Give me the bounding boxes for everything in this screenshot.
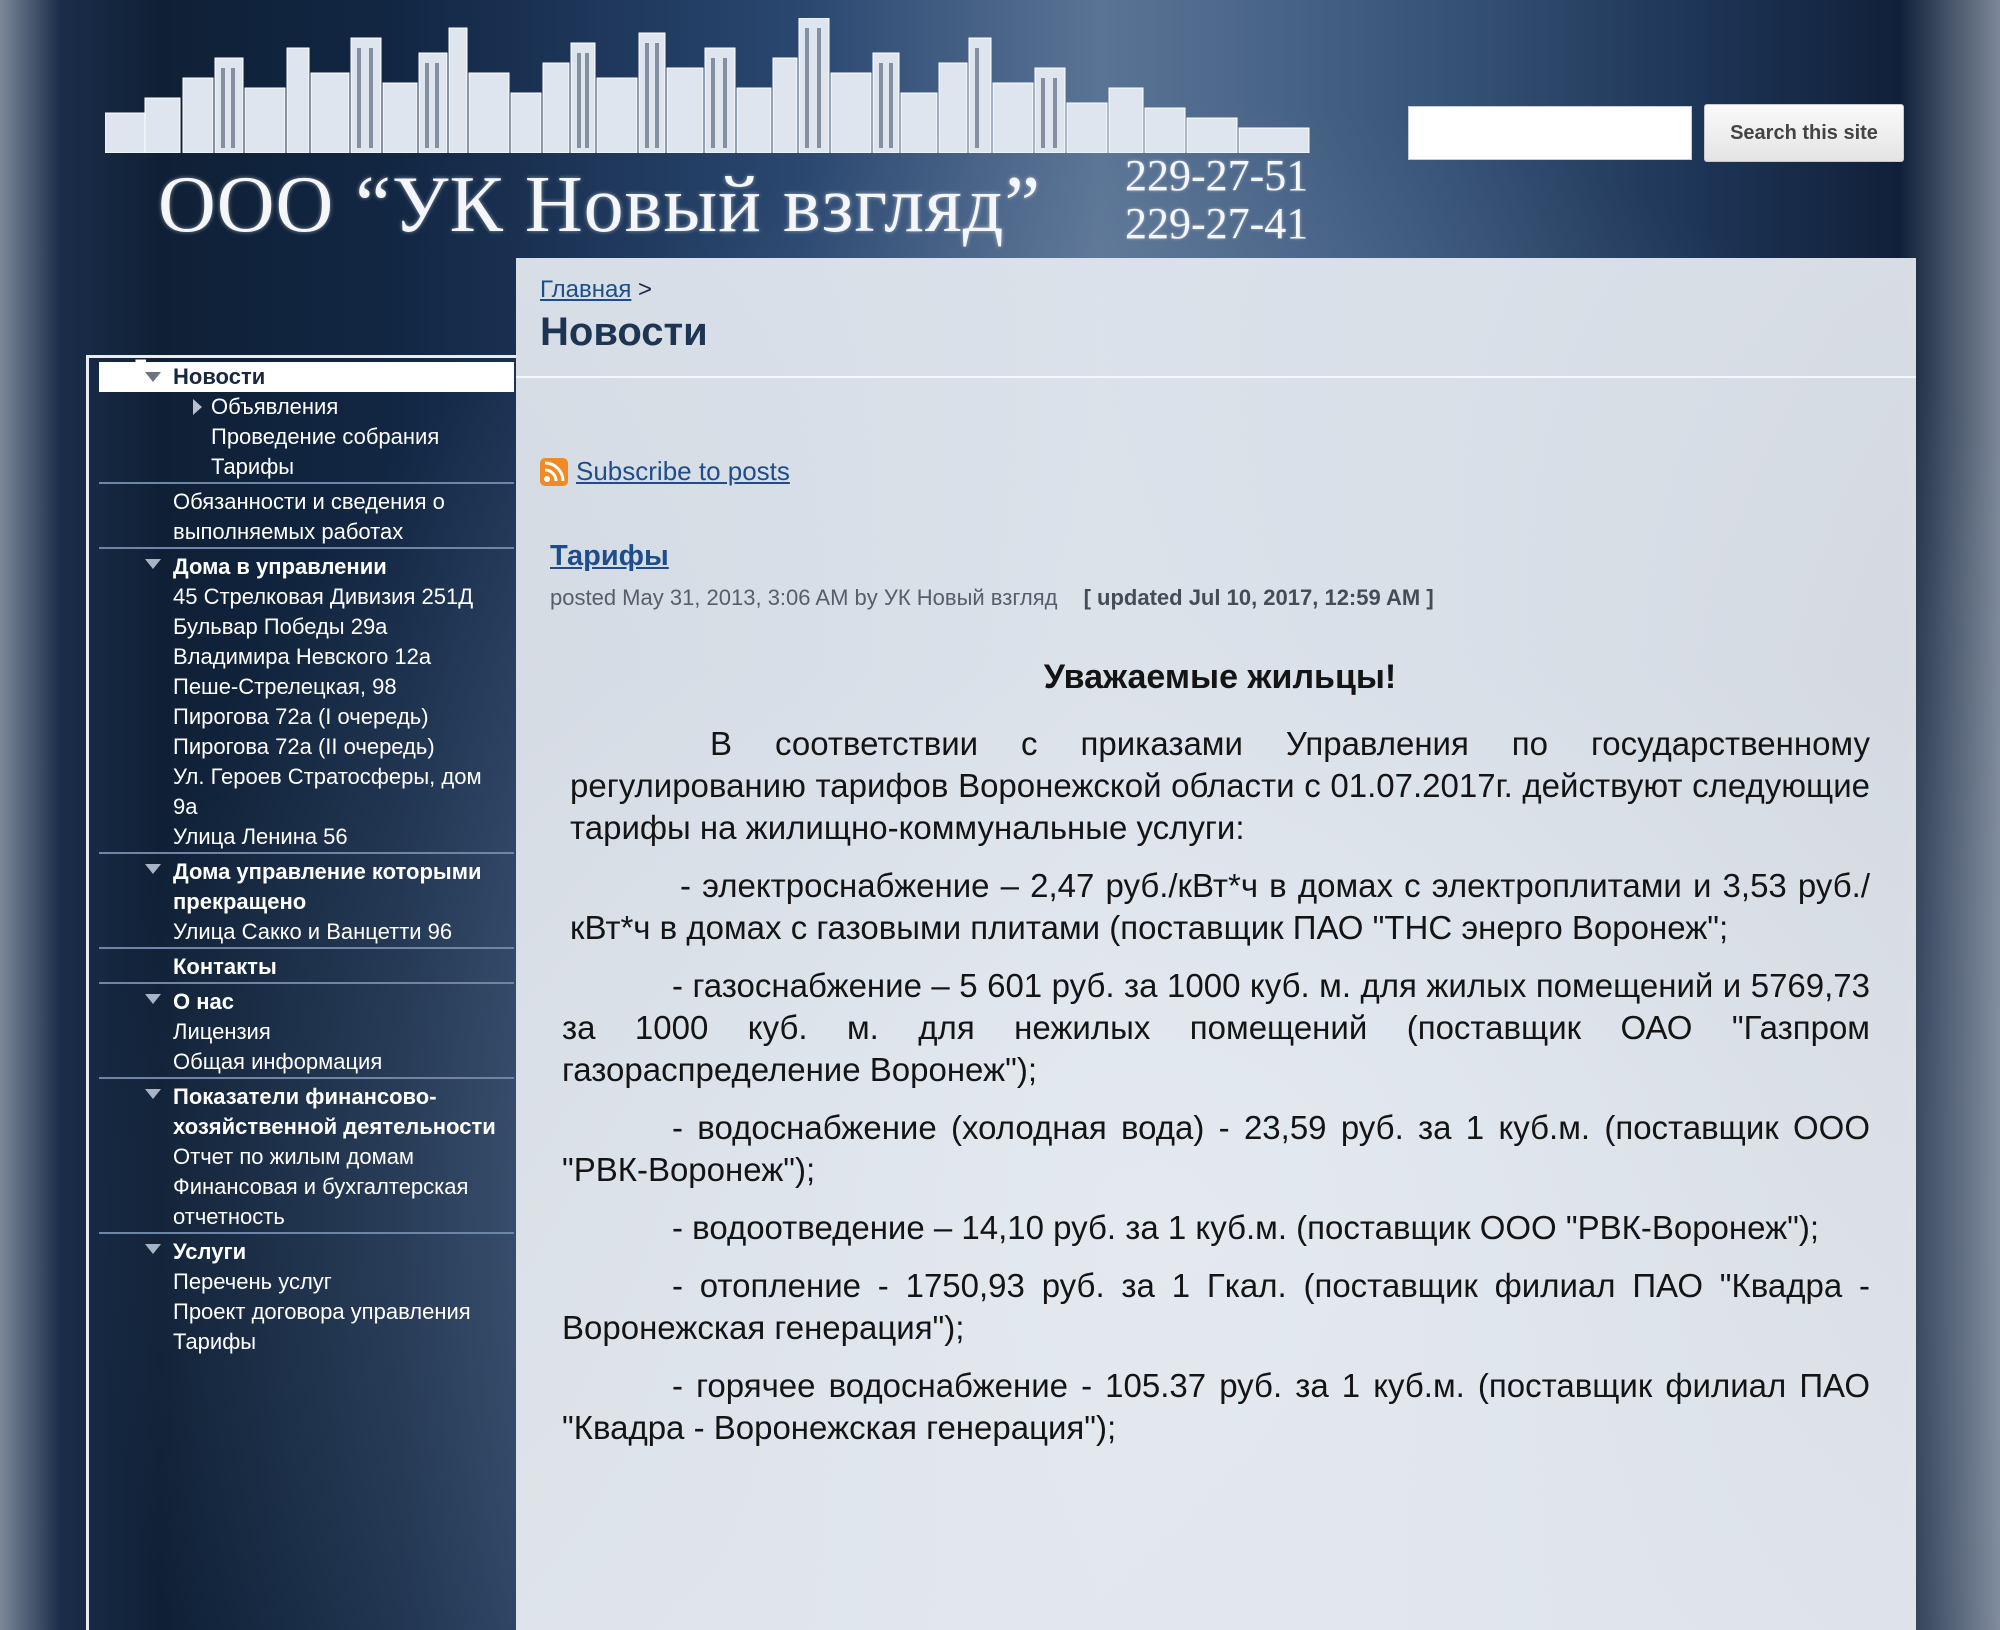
- sidebar-item[interactable]: Проект договора управления: [99, 1297, 514, 1327]
- sidebar-item-label: Объявления: [211, 394, 339, 419]
- sidebar-item-label: Проведение собрания: [211, 424, 440, 449]
- triangle-down-icon[interactable]: [145, 1089, 161, 1099]
- breadcrumb-separator: >: [638, 276, 653, 303]
- post-paragraph-intro: В соответствии с приказами Управления по…: [570, 725, 1870, 846]
- sidebar-item-label: Владимира Невского 12а: [173, 644, 432, 669]
- post-meta: posted May 31, 2013, 3:06 AM by УК Новый…: [550, 585, 1434, 611]
- sidebar-item[interactable]: Лицензия: [99, 1017, 514, 1047]
- sidebar-item-label: Тарифы: [211, 454, 295, 479]
- breadcrumb-home-link[interactable]: Главная: [540, 276, 631, 303]
- sidebar-item-label: Новости: [173, 364, 266, 389]
- sidebar-item-label: Дома в управлении: [173, 554, 387, 579]
- sidebar-item[interactable]: 45 Стрелковая Дивизия 251Д: [99, 582, 514, 612]
- sidebar-item[interactable]: Владимира Невского 12а: [99, 642, 514, 672]
- sidebar-item[interactable]: О нас: [99, 982, 514, 1017]
- breadcrumb: Главная >: [540, 276, 652, 304]
- tariff-hot-water: - горячее водоснабжение - 105.37 руб. за…: [562, 1367, 1870, 1446]
- sidebar-item[interactable]: Отчет по жилым домам: [99, 1142, 514, 1172]
- sidebar-item[interactable]: Обязанности и сведения о выполняемых раб…: [99, 482, 514, 547]
- sidebar-item[interactable]: Дома в управлении: [99, 547, 514, 582]
- subscribe-label: Subscribe to posts: [576, 456, 790, 486]
- sidebar-item[interactable]: Пеше-Стрелецкая, 98: [99, 672, 514, 702]
- sidebar-item[interactable]: Услуги: [99, 1232, 514, 1267]
- sidebar-item-label: Общая информация: [173, 1049, 383, 1074]
- sidebar-item[interactable]: Новости: [99, 362, 514, 392]
- sidebar-item[interactable]: Объявления: [99, 392, 514, 422]
- rss-feed-icon: [540, 457, 568, 486]
- sidebar-item[interactable]: Тарифы: [99, 1327, 514, 1357]
- search-button[interactable]: Search this site: [1704, 104, 1904, 162]
- sidebar-item[interactable]: Проведение собрания: [99, 422, 514, 452]
- sidebar-item-label: Финансовая и бухгалтерская отчетность: [173, 1174, 469, 1229]
- triangle-right-icon[interactable]: [193, 399, 202, 415]
- post-posted-info: posted May 31, 2013, 3:06 AM by УК Новый…: [550, 585, 1058, 610]
- subscribe-link[interactable]: Subscribe to posts: [540, 456, 790, 487]
- city-skyline-logo: [105, 18, 1310, 153]
- triangle-down-icon[interactable]: [145, 1244, 161, 1254]
- sidebar-item-label: Лицензия: [173, 1019, 271, 1044]
- post-body: Уважаемые жильцы! В соответствии с прика…: [562, 658, 1870, 1449]
- post-title-link[interactable]: Тарифы: [550, 540, 669, 573]
- site-header: ООО “УК Новый взгляд” 229-27-51 229-27-4…: [0, 0, 2000, 260]
- sidebar-item-label: Услуги: [173, 1239, 247, 1264]
- content-header: Главная > Новости: [516, 258, 1916, 378]
- phone-number-2: 229-27-41: [1125, 199, 1309, 248]
- main-content: Главная > Новости Subscribe to posts Тар…: [516, 258, 1916, 1630]
- sidebar-item-label: 45 Стрелковая Дивизия 251Д: [173, 584, 474, 609]
- tariff-cold-water: - водоснабжение (холодная вода) - 23,59 …: [562, 1109, 1870, 1188]
- sidebar-item-label: Отчет по жилым домам: [173, 1144, 415, 1169]
- tariff-sewage: - водоотведение – 14,10 руб. за 1 куб.м.…: [672, 1209, 1820, 1246]
- site-title: ООО “УК Новый взгляд”: [158, 161, 1041, 249]
- search-input[interactable]: [1408, 106, 1692, 160]
- sidebar-item-label: Дома управление которыми прекращено: [173, 859, 482, 914]
- tariff-electricity: - электроснабжение – 2,47 руб./кВт*ч в д…: [570, 867, 1870, 946]
- sidebar-item[interactable]: Тарифы: [99, 452, 514, 482]
- phone-numbers: 229-27-51 229-27-41: [1125, 152, 1308, 248]
- sidebar-item-label: Бульвар Победы 29а: [173, 614, 388, 639]
- sidebar-item-label: Ул. Героев Стратосферы, дом 9а: [173, 764, 482, 819]
- sidebar-item[interactable]: Показатели финансово-хозяйственной деяте…: [99, 1077, 514, 1142]
- sidebar-item[interactable]: Пирогова 72а (II очередь): [99, 732, 514, 762]
- sidebar-item-label: Улица Сакко и Ванцетти 96: [173, 919, 453, 944]
- sidebar-item[interactable]: Контакты: [99, 947, 514, 982]
- sidebar-item-label: Показатели финансово-хозяйственной деяте…: [173, 1084, 496, 1139]
- sidebar-item[interactable]: Ул. Героев Стратосферы, дом 9а: [99, 762, 514, 822]
- sidebar-item-label: Проект договора управления: [173, 1299, 471, 1324]
- page-title: Новости: [540, 310, 708, 354]
- post-greeting: Уважаемые жильцы!: [1043, 658, 1397, 696]
- sidebar-item-label: Контакты: [173, 954, 277, 979]
- triangle-down-icon[interactable]: [145, 372, 161, 382]
- sidebar-item[interactable]: Финансовая и бухгалтерская отчетность: [99, 1172, 514, 1232]
- triangle-down-icon[interactable]: [145, 559, 161, 569]
- sidebar-item-label: О нас: [173, 989, 234, 1014]
- phone-number-1: 229-27-51: [1125, 151, 1309, 200]
- sidebar-item[interactable]: Общая информация: [99, 1047, 514, 1077]
- sidebar: Новости Объявления Проведение собрания Тари…: [86, 355, 516, 1630]
- triangle-down-icon[interactable]: [145, 994, 161, 1004]
- post-updated-info: [ updated Jul 10, 2017, 12:59 AM ]: [1083, 585, 1434, 610]
- sidebar-item-label: Обязанности и сведения о выполняемых раб…: [173, 489, 445, 544]
- sidebar-item[interactable]: Улица Сакко и Ванцетти 96: [99, 917, 514, 947]
- sidebar-item-label: Пирогова 72а (I очередь): [173, 704, 429, 729]
- sidebar-item-label: Пеше-Стрелецкая, 98: [173, 674, 397, 699]
- sidebar-nav: Новости Объявления Проведение собрания Тари…: [99, 358, 514, 1357]
- triangle-down-icon[interactable]: [145, 864, 161, 874]
- sidebar-item[interactable]: Перечень услуг: [99, 1267, 514, 1297]
- sidebar-item[interactable]: Бульвар Победы 29а: [99, 612, 514, 642]
- tariff-heating: - отопление - 1750,93 руб. за 1 Гкал. (п…: [562, 1267, 1870, 1346]
- tariff-gas: - газоснабжение – 5 601 руб. за 1000 куб…: [562, 967, 1870, 1088]
- sidebar-item[interactable]: Дома управление которыми прекращено: [99, 852, 514, 917]
- sidebar-item-label: Пирогова 72а (II очередь): [173, 734, 435, 759]
- sidebar-item-label: Улица Ленина 56: [173, 824, 348, 849]
- sidebar-item[interactable]: Пирогова 72а (I очередь): [99, 702, 514, 732]
- sidebar-item-label: Перечень услуг: [173, 1269, 332, 1294]
- sidebar-item[interactable]: Улица Ленина 56: [99, 822, 514, 852]
- sidebar-item-label: Тарифы: [173, 1329, 257, 1354]
